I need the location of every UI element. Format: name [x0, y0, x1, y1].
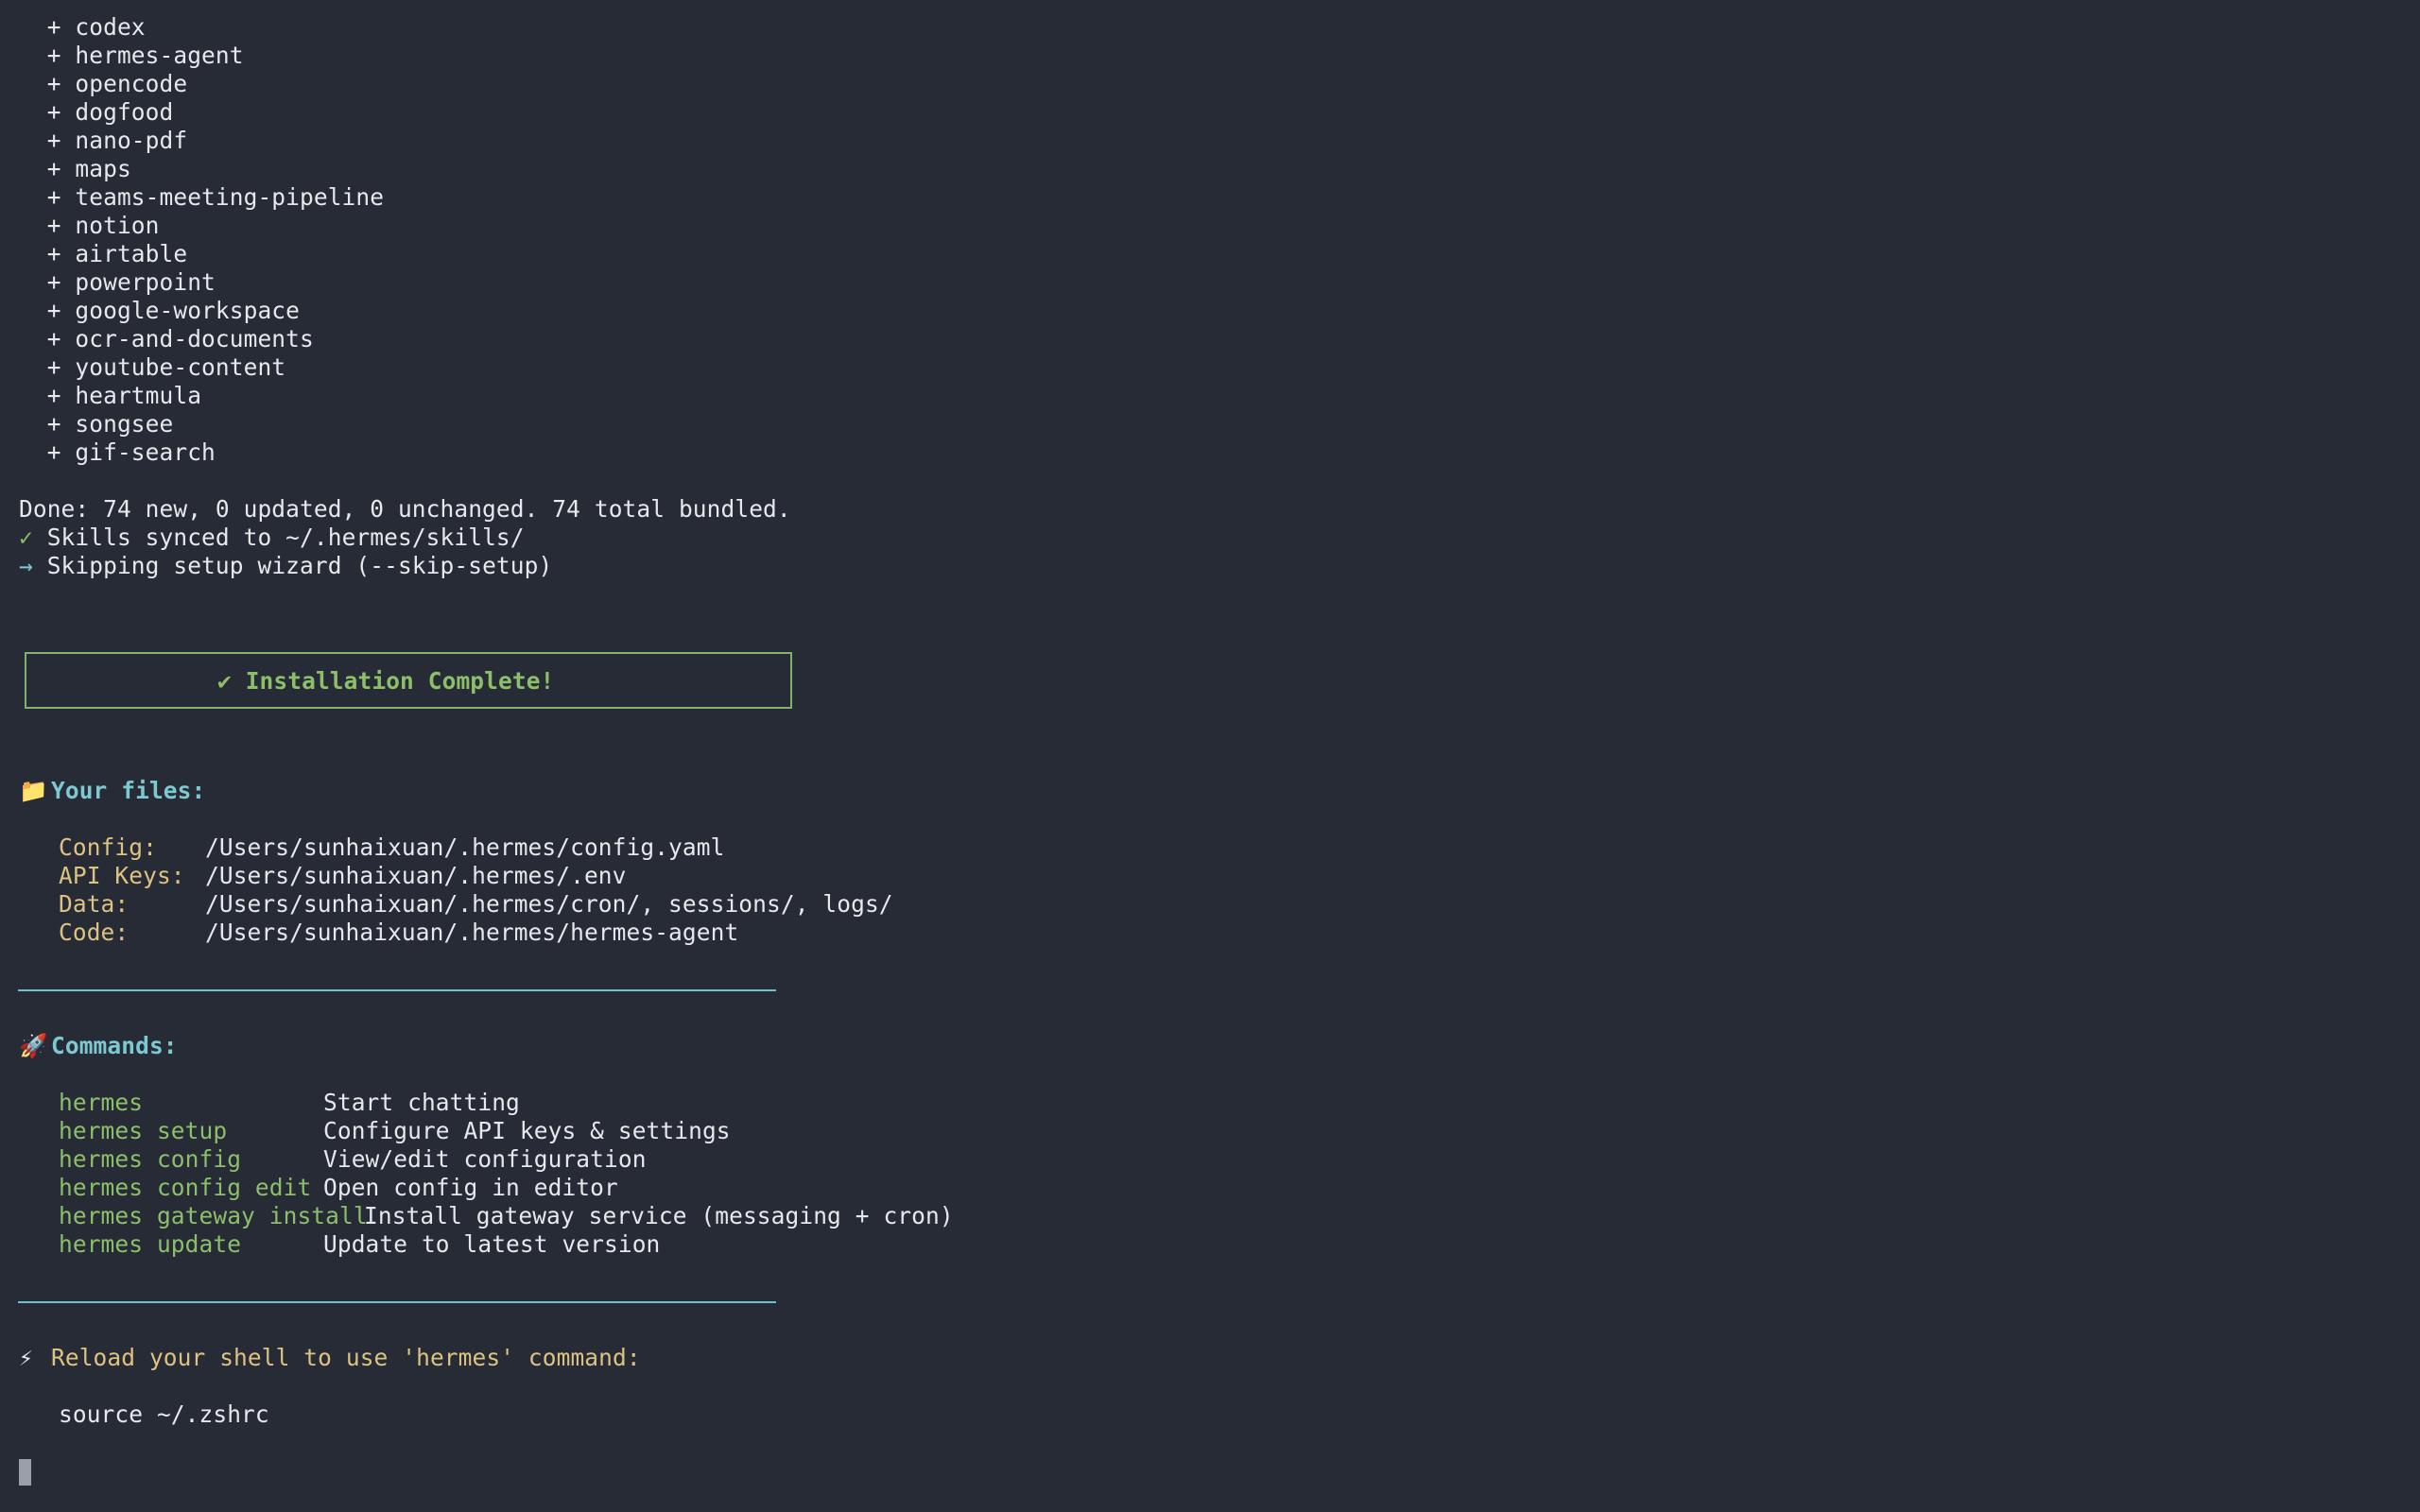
skip-setup-text: Skipping setup wizard (--skip-setup): [32, 552, 553, 579]
list-prefix: +: [19, 410, 76, 438]
reload-text: Reload your shell to use 'hermes' comman…: [51, 1344, 641, 1371]
file-path: /Users/sunhaixuan/.hermes/.env: [205, 862, 627, 889]
command-description: Install gateway service (messaging + cro…: [364, 1202, 954, 1229]
terminal-cursor[interactable]: [19, 1459, 31, 1486]
section-divider: [18, 989, 776, 991]
list-prefix: +: [19, 268, 76, 296]
skill-name: google-workspace: [75, 297, 301, 324]
commands-heading-line: 🚀 Commands:: [19, 1032, 178, 1060]
skill-item: + songsee: [19, 410, 174, 438]
skill-item: + youtube-content: [19, 353, 285, 382]
skill-name: maps: [75, 155, 131, 182]
skill-item: + google-workspace: [19, 297, 300, 325]
file-path: /Users/sunhaixuan/.hermes/cron/, session…: [205, 890, 893, 918]
command-description: Configure API keys & settings: [323, 1117, 731, 1144]
skill-name: codex: [75, 13, 146, 41]
skill-name: youtube-content: [75, 353, 286, 381]
reload-command[interactable]: source ~/.zshrc: [59, 1400, 269, 1429]
command-name: hermes config edit: [59, 1174, 312, 1201]
list-prefix: +: [19, 98, 76, 126]
command-name: hermes setup: [59, 1117, 228, 1144]
list-prefix: +: [19, 13, 76, 41]
skill-item: + hermes-agent: [19, 42, 244, 70]
skill-name: songsee: [75, 410, 174, 438]
folder-icon: 📁: [19, 777, 48, 804]
command-description: Open config in editor: [323, 1174, 618, 1201]
skill-item: + airtable: [19, 240, 187, 268]
file-label: Data:: [59, 890, 130, 918]
skill-name: teams-meeting-pipeline: [75, 183, 385, 211]
file-path: /Users/sunhaixuan/.hermes/config.yaml: [205, 833, 725, 861]
done-summary: Done: 74 new, 0 updated, 0 unchanged. 74…: [19, 495, 791, 523]
list-prefix: +: [19, 438, 76, 466]
skill-name: gif-search: [75, 438, 216, 466]
list-prefix: +: [19, 155, 76, 182]
skill-name: nano-pdf: [75, 127, 188, 154]
skill-name: opencode: [75, 70, 188, 97]
list-prefix: +: [19, 42, 76, 69]
skills-synced-text: Skills synced to ~/.hermes/skills/: [32, 524, 525, 551]
skill-name: ocr-and-documents: [75, 325, 314, 352]
reload-line: ⚡ Reload your shell to use 'hermes' comma…: [19, 1344, 641, 1372]
files-heading-line: 📁 Your files:: [19, 777, 205, 805]
rocket-icon: 🚀: [19, 1032, 48, 1059]
arrow-right-icon: →: [19, 552, 33, 579]
skill-item: + notion: [19, 212, 160, 240]
skill-item: + gif-search: [19, 438, 216, 467]
skill-item: + nano-pdf: [19, 127, 187, 155]
command-name: hermes update: [59, 1230, 242, 1258]
skill-name: hermes-agent: [75, 42, 244, 69]
skill-item: + dogfood: [19, 98, 174, 127]
file-path: /Users/sunhaixuan/.hermes/hermes-agent: [205, 919, 739, 946]
list-prefix: +: [19, 183, 76, 211]
skip-setup-line: → Skipping setup wizard (--skip-setup): [19, 552, 552, 580]
skill-item: + opencode: [19, 70, 187, 98]
skill-name: heartmula: [75, 382, 202, 409]
command-description: Update to latest version: [323, 1230, 661, 1258]
list-prefix: +: [19, 297, 76, 324]
skills-synced-line: ✓ Skills synced to ~/.hermes/skills/: [19, 524, 525, 552]
command-name: hermes gateway install: [59, 1202, 368, 1229]
list-prefix: +: [19, 325, 76, 352]
installation-complete-text: ✔ Installation Complete!: [217, 667, 555, 695]
skill-item: + heartmula: [19, 382, 201, 410]
list-prefix: +: [19, 382, 76, 409]
section-divider: [18, 1301, 776, 1303]
skill-name: powerpoint: [75, 268, 216, 296]
skill-name: airtable: [75, 240, 188, 267]
list-prefix: +: [19, 240, 76, 267]
skill-item: + teams-meeting-pipeline: [19, 183, 384, 212]
lightning-icon: ⚡: [19, 1344, 33, 1371]
file-label: Code:: [59, 919, 130, 946]
list-prefix: +: [19, 70, 76, 97]
skill-name: notion: [75, 212, 160, 239]
list-prefix: +: [19, 127, 76, 154]
commands-heading: Commands:: [51, 1032, 178, 1059]
skill-name: dogfood: [75, 98, 174, 126]
terminal-window[interactable]: + codex + hermes-agent + opencode + dogf…: [0, 0, 2420, 1512]
skill-item: + maps: [19, 155, 131, 183]
command-name: hermes config: [59, 1145, 242, 1173]
files-heading: Your files:: [51, 777, 206, 804]
skill-item: + codex: [19, 13, 146, 42]
skill-item: + ocr-and-documents: [19, 325, 314, 353]
installation-complete-banner: ✔ Installation Complete!: [25, 652, 792, 709]
command-description: Start chatting: [323, 1089, 520, 1116]
file-label: API Keys:: [59, 862, 185, 889]
list-prefix: +: [19, 212, 76, 239]
file-label: Config:: [59, 833, 157, 861]
command-name: hermes: [59, 1089, 144, 1116]
list-prefix: +: [19, 353, 76, 381]
command-description: View/edit configuration: [323, 1145, 647, 1173]
skill-item: + powerpoint: [19, 268, 216, 297]
check-icon: ✓: [19, 524, 33, 551]
